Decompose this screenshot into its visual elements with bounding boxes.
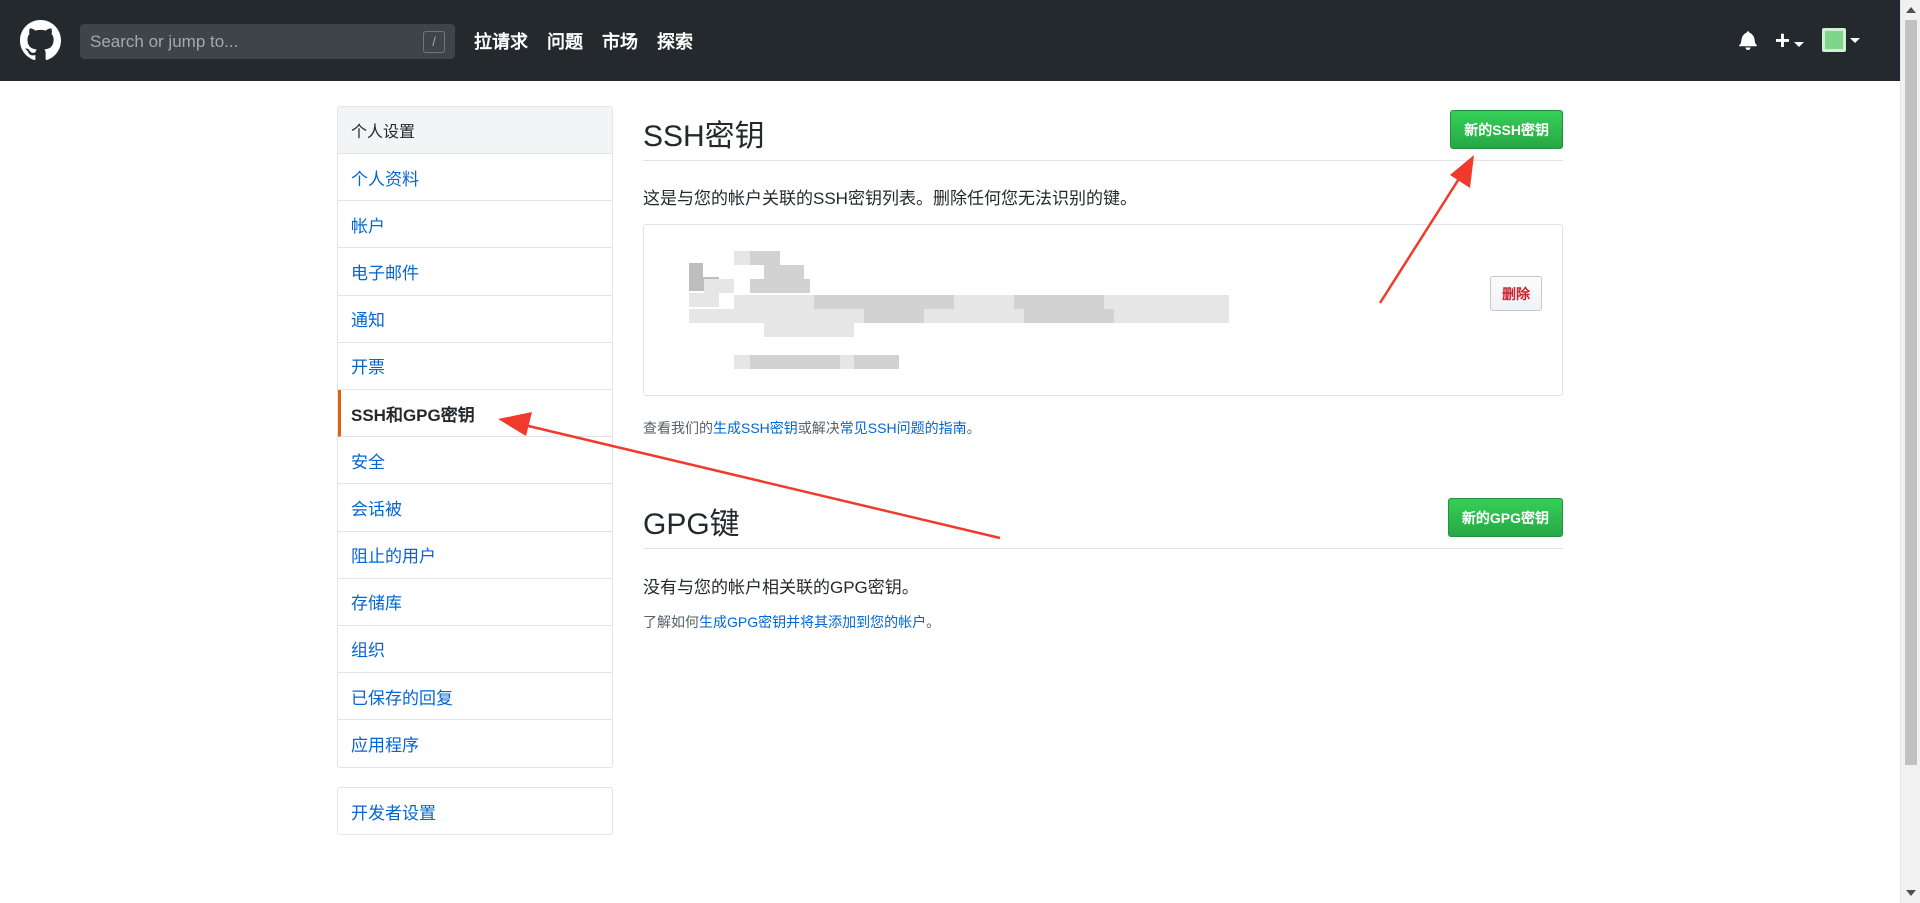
- nav-pull-requests[interactable]: 拉请求: [474, 28, 528, 54]
- create-new-dropdown[interactable]: +: [1775, 26, 1804, 54]
- settings-sidebar: 个人设置 个人资料 帐户 电子邮件 通知 开票 SSH和GPG密钥 安全 会话被…: [337, 106, 613, 769]
- sidebar-item-sessions[interactable]: 会话被: [338, 484, 612, 532]
- sidebar-item-applications[interactable]: 应用程序: [338, 720, 612, 767]
- new-ssh-key-button[interactable]: 新的SSH密钥: [1450, 110, 1563, 149]
- sidebar-item-saved-replies[interactable]: 已保存的回复: [338, 673, 612, 721]
- user-menu-dropdown[interactable]: [1822, 28, 1860, 52]
- nav-explore[interactable]: 探索: [657, 28, 693, 54]
- bell-icon[interactable]: [1739, 30, 1757, 50]
- gpg-section: GPG键 新的GPG密钥 没有与您的帐户相关联的GPG密钥。 了解如何生成GPG…: [643, 494, 1563, 632]
- sidebar-item-notifications[interactable]: 通知: [338, 296, 612, 343]
- nav-issues[interactable]: 问题: [547, 28, 583, 54]
- ssh-key-item: 删除: [643, 224, 1563, 396]
- sidebar-item-ssh-gpg-keys[interactable]: SSH和GPG密钥: [338, 389, 612, 438]
- generate-gpg-key-link[interactable]: 生成GPG密钥并将其添加到您的帐户: [699, 614, 926, 630]
- search-input[interactable]: [90, 31, 410, 52]
- sidebar-item-security[interactable]: 安全: [338, 437, 612, 485]
- sidebar-item-emails[interactable]: 电子邮件: [338, 248, 612, 296]
- chevron-down-icon: [1794, 42, 1804, 48]
- ssh-section-header: SSH密钥 新的SSH密钥: [643, 106, 1563, 161]
- sidebar-item-profile[interactable]: 个人资料: [338, 154, 612, 202]
- gpg-help-prefix: 了解如何: [643, 614, 699, 630]
- main-content: SSH密钥 新的SSH密钥 这是与您的帐户关联的SSH密钥列表。删除任何您无法识…: [643, 106, 1563, 632]
- scrollbar-thumb[interactable]: [1905, 20, 1917, 765]
- sidebar-item-account[interactable]: 帐户: [338, 201, 612, 249]
- ssh-description: 这是与您的帐户关联的SSH密钥列表。删除任何您无法识别的键。: [643, 189, 1137, 208]
- avatar: [1822, 28, 1846, 52]
- nav-marketplace[interactable]: 市场: [602, 28, 638, 54]
- ssh-troubleshoot-link[interactable]: 常见SSH问题的指南: [840, 420, 967, 436]
- delete-ssh-key-button[interactable]: 删除: [1490, 276, 1542, 311]
- sidebar-item-blocked-users[interactable]: 阻止的用户: [338, 532, 612, 579]
- gpg-description: 没有与您的帐户相关联的GPG密钥。: [643, 578, 919, 597]
- search-box[interactable]: /: [80, 24, 455, 59]
- page-scrollbar[interactable]: [1900, 0, 1920, 903]
- sidebar-item-repositories[interactable]: 存储库: [338, 579, 612, 626]
- scroll-up-arrow-icon[interactable]: [1906, 7, 1916, 13]
- ssh-help-prefix: 查看我们的: [643, 420, 713, 436]
- header-actions: +: [1739, 26, 1860, 54]
- ssh-help-text: 查看我们的生成SSH密钥或解决常见SSH问题的指南。: [643, 418, 1563, 438]
- sidebar-item-organizations[interactable]: 组织: [338, 626, 612, 674]
- sidebar-item-developer-settings[interactable]: 开发者设置: [337, 787, 613, 835]
- scroll-down-arrow-icon[interactable]: [1906, 890, 1916, 896]
- plus-icon: +: [1774, 25, 1790, 55]
- gpg-section-header: GPG键 新的GPG密钥: [643, 494, 1563, 549]
- search-shortcut-key: /: [423, 31, 445, 53]
- sidebar-heading: 个人设置: [338, 107, 612, 154]
- top-header: / 拉请求 问题 市场 探索 +: [0, 0, 1900, 81]
- ssh-help-middle: 或解决: [797, 420, 840, 436]
- gpg-help-text: 了解如何生成GPG密钥并将其添加到您的帐户。: [643, 612, 1563, 632]
- gpg-help-suffix: 。: [926, 614, 941, 630]
- new-gpg-key-button[interactable]: 新的GPG密钥: [1447, 498, 1563, 537]
- gpg-title: GPG键: [643, 508, 740, 541]
- ssh-title: SSH密钥: [643, 120, 765, 153]
- chevron-down-icon: [1850, 37, 1860, 43]
- generate-ssh-key-link[interactable]: 生成SSH密钥: [713, 420, 798, 436]
- ssh-help-suffix: 。: [966, 420, 981, 436]
- sidebar-item-billing[interactable]: 开票: [338, 343, 612, 390]
- main-nav: 拉请求 问题 市场 探索: [474, 28, 693, 54]
- github-logo-icon[interactable]: [20, 20, 61, 61]
